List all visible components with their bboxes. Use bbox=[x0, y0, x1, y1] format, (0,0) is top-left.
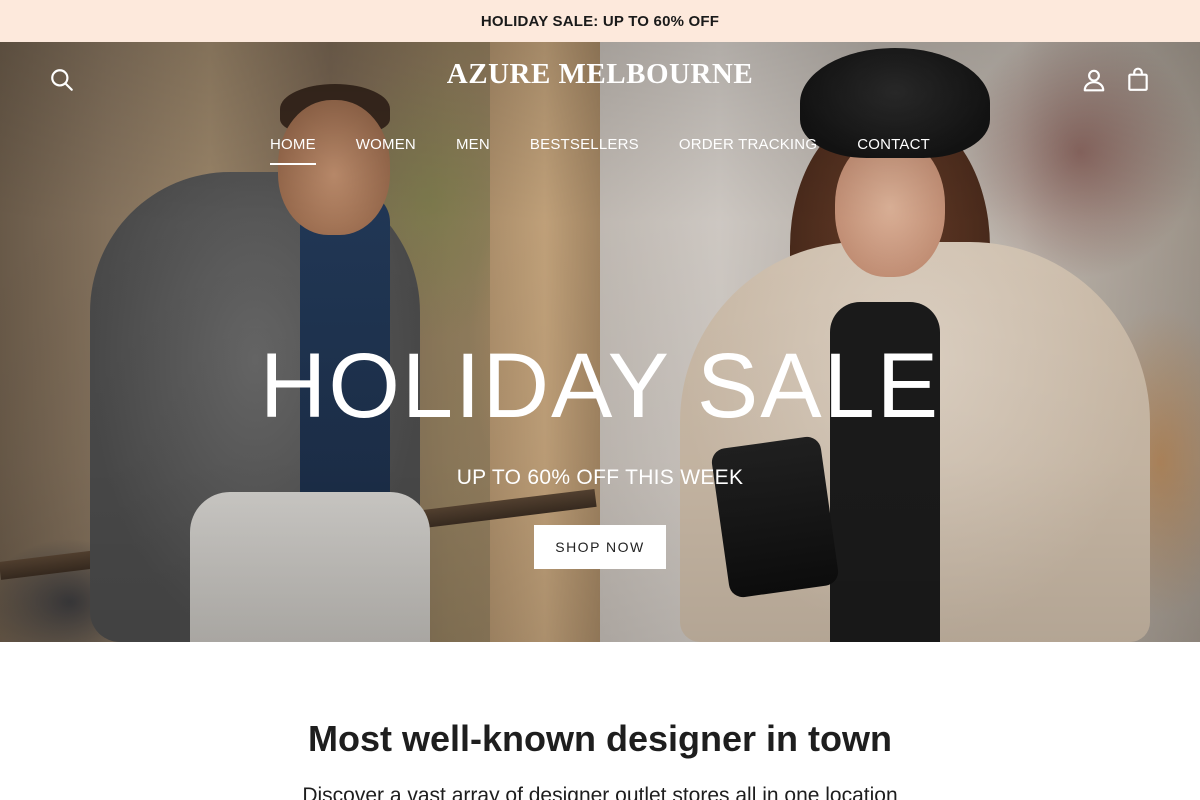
hero-subtitle: UP TO 60% OFF THIS WEEK bbox=[456, 466, 744, 489]
nav-item-bestsellers[interactable]: BESTSELLERS bbox=[530, 136, 639, 165]
nav-item-contact[interactable]: CONTACT bbox=[857, 136, 930, 165]
user-icon bbox=[1083, 69, 1105, 92]
shop-now-button[interactable]: SHOP NOW bbox=[534, 525, 666, 569]
hero-banner: HOLIDAY SALE UP TO 60% OFF THIS WEEK SHO… bbox=[0, 42, 1200, 642]
hero-title: HOLIDAY SALE bbox=[259, 335, 941, 437]
announcement-text: HOLIDAY SALE: UP TO 60% OFF bbox=[480, 12, 720, 30]
nav-item-order-tracking[interactable]: ORDER TRACKING bbox=[679, 136, 817, 165]
section-description: Discover a vast array of designer outlet… bbox=[302, 784, 898, 800]
nav-item-home[interactable]: HOME bbox=[269, 136, 316, 165]
cart-button[interactable] bbox=[1123, 64, 1153, 94]
announcement-bar: HOLIDAY SALE: UP TO 60% OFF bbox=[0, 0, 1200, 42]
site-logo[interactable]: AZURE MELBOURNE bbox=[0, 58, 1200, 91]
nav-item-women[interactable]: WOMEN bbox=[356, 136, 416, 165]
nav-item-men[interactable]: MEN bbox=[456, 136, 490, 165]
section-title: Most well-known designer in town bbox=[307, 718, 892, 759]
account-button[interactable] bbox=[1079, 65, 1109, 95]
main-navigation: HOME WOMEN MEN BESTSELLERS ORDER TRACKIN… bbox=[0, 136, 1200, 165]
bag-icon bbox=[1128, 67, 1148, 91]
